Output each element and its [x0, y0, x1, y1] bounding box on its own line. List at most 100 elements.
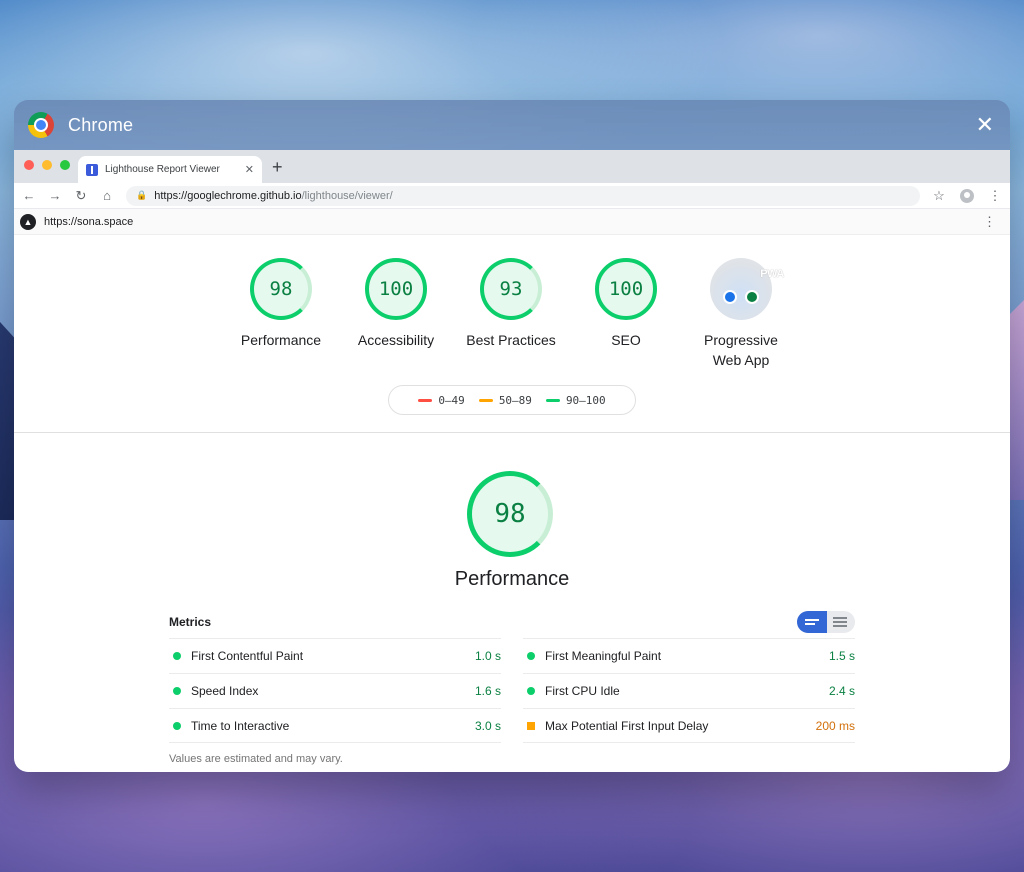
- average-square-icon: [527, 721, 535, 730]
- pass-dot-icon: [173, 721, 181, 730]
- legend-fail-bar: [418, 398, 433, 402]
- gauge-best-practices[interactable]: 93 Best Practices: [456, 258, 566, 350]
- lighthouse-topbar: ▲ https://sona.space ⋮: [14, 209, 1010, 235]
- window-controls: [24, 160, 70, 170]
- metric-value: 200 ms: [815, 718, 855, 733]
- legend-fail: 0–49: [418, 394, 465, 407]
- minimize-window-button[interactable]: [42, 160, 52, 170]
- metric-value: 2.4 s: [828, 684, 855, 698]
- gauge-best-practices-label: Best Practices: [466, 332, 556, 348]
- metric-speed-index: Speed Index 1.6 s: [169, 673, 501, 708]
- pwa-badge-icon: PWA: [710, 258, 784, 320]
- metric-max-potential-fid: Max Potential First Input Delay 200 ms: [523, 708, 855, 743]
- metric-value: 3.0 s: [474, 718, 501, 733]
- maximize-window-button[interactable]: [60, 160, 70, 170]
- expanded-view-icon[interactable]: [827, 611, 855, 633]
- pwa-installable-icon: [745, 290, 759, 304]
- metric-name: Max Potential First Input Delay: [545, 718, 709, 733]
- gauge-seo-label: SEO: [611, 332, 641, 348]
- profile-avatar-icon[interactable]: [960, 188, 974, 203]
- pass-dot-icon: [527, 652, 535, 660]
- performance-score-ring: 98: [467, 471, 553, 557]
- gauge-accessibility[interactable]: 100 Accessibility: [341, 258, 451, 350]
- metric-name: Time to Interactive: [191, 718, 290, 733]
- metric-name: First Meaningful Paint: [545, 649, 662, 663]
- url-host: https://googlechrome.github.io: [154, 189, 302, 202]
- metric-value: 1.0 s: [474, 649, 501, 663]
- legend-pass-bar: [545, 398, 560, 402]
- metrics-footnote: Values are estimated and may vary.: [169, 753, 343, 765]
- metrics-section: Metrics First Contentful Paint 1.0 s Spe…: [169, 608, 855, 765]
- gauge-performance[interactable]: 98 Performance: [226, 258, 336, 350]
- gauge-performance-label: Performance: [240, 332, 322, 348]
- gauge-seo[interactable]: 100 SEO: [571, 258, 681, 350]
- legend-average-range: 50–89: [498, 393, 532, 407]
- metric-name: Speed Index: [191, 684, 259, 698]
- performance-heading: Performance: [454, 568, 570, 590]
- home-icon[interactable]: ⌂: [100, 188, 114, 203]
- forward-arrow-icon[interactable]: →: [48, 188, 62, 203]
- toolbar-right: ☆ ⋮: [932, 188, 1002, 204]
- legend-average-bar: [478, 398, 493, 402]
- performance-gauge-large: 98: [467, 471, 557, 557]
- score-legend: 0–49 50–89 90–100: [388, 385, 636, 415]
- app-titlebar: Chrome ✕: [14, 100, 1010, 150]
- report-menu-icon[interactable]: ⋮: [983, 214, 1004, 230]
- gauge-accessibility-ring: 100: [365, 258, 427, 320]
- legend-average: 50–89: [478, 393, 532, 407]
- metrics-left-column: First Contentful Paint 1.0 s Speed Index…: [169, 638, 501, 743]
- pwa-label-line1: Progressive: [704, 332, 778, 348]
- app-title: Chrome: [68, 114, 134, 135]
- metric-name: First Contentful Paint: [191, 649, 304, 663]
- pass-dot-icon: [173, 687, 181, 695]
- address-bar[interactable]: 🔒 https://googlechrome.github.io/lightho…: [126, 185, 920, 206]
- browser-toolbar: ← → ↻ ⌂ 🔒 https://googlechrome.github.io…: [14, 183, 1010, 209]
- close-icon[interactable]: ✕: [976, 114, 994, 136]
- gauge-pwa-label: Progressive Web App: [686, 330, 796, 370]
- gauge-performance-ring: 98: [250, 258, 312, 320]
- legend-pass: 90–100: [545, 393, 606, 407]
- metric-first-cpu-idle: First CPU Idle 2.4 s: [523, 673, 855, 708]
- metrics-title: Metrics: [169, 615, 212, 629]
- metrics-right-column: First Meaningful Paint 1.5 s First CPU I…: [523, 638, 855, 743]
- more-vert-icon[interactable]: ⋮: [988, 188, 1002, 204]
- legend-pass-range: 90–100: [565, 393, 606, 407]
- metric-value: 1.5 s: [828, 649, 855, 663]
- tab-lighthouse-report-viewer[interactable]: Lighthouse Report Viewer ✕: [78, 156, 262, 183]
- metric-time-to-interactive: Time to Interactive 3.0 s: [169, 708, 501, 743]
- chrome-logo-icon: [28, 112, 54, 138]
- gauge-seo-ring: 100: [595, 258, 657, 320]
- url-path: /lighthouse/viewer/: [301, 189, 393, 202]
- audited-url: https://sona.space: [44, 215, 134, 228]
- pass-dot-icon: [173, 652, 181, 660]
- reload-icon[interactable]: ↻: [74, 188, 88, 204]
- legend-fail-range: 0–49: [438, 393, 465, 407]
- lock-icon: 🔒: [136, 190, 148, 200]
- gauge-best-practices-ring: 93: [480, 258, 542, 320]
- browser-window: Lighthouse Report Viewer ✕ + ← → ↻ ⌂ 🔒 h…: [14, 150, 1010, 772]
- tab-close-icon[interactable]: ✕: [245, 163, 254, 176]
- star-icon[interactable]: ☆: [932, 188, 946, 204]
- pwa-fast-reliable-icon: [723, 290, 737, 304]
- compact-view-icon[interactable]: [797, 611, 827, 633]
- gauge-accessibility-label: Accessibility: [357, 332, 435, 348]
- chrome-app-window: Chrome ✕ Lighthouse Report Viewer ✕ + ← …: [14, 100, 1010, 772]
- lighthouse-logo-icon: ▲: [20, 213, 36, 230]
- metrics-view-toggle[interactable]: [797, 611, 855, 633]
- metrics-header: Metrics: [169, 608, 855, 636]
- pwa-badge-text: PWA: [760, 268, 784, 280]
- close-window-button[interactable]: [24, 160, 34, 170]
- tab-title: Lighthouse Report Viewer: [105, 164, 220, 175]
- section-divider: [14, 432, 1010, 433]
- metric-first-meaningful-paint: First Meaningful Paint 1.5 s: [523, 638, 855, 673]
- metric-first-contentful-paint: First Contentful Paint 1.0 s: [169, 638, 501, 673]
- pwa-label-line2: Web App: [712, 352, 770, 368]
- metric-value: 1.6 s: [474, 684, 501, 698]
- lighthouse-favicon-icon: [86, 163, 98, 176]
- metrics-grid: First Contentful Paint 1.0 s Speed Index…: [169, 638, 855, 743]
- back-arrow-icon[interactable]: ←: [22, 188, 36, 203]
- tab-strip: Lighthouse Report Viewer ✕ +: [14, 150, 1010, 183]
- new-tab-icon[interactable]: +: [272, 157, 283, 178]
- pass-dot-icon: [527, 687, 535, 695]
- gauge-pwa[interactable]: PWA Progressive Web App: [686, 258, 796, 370]
